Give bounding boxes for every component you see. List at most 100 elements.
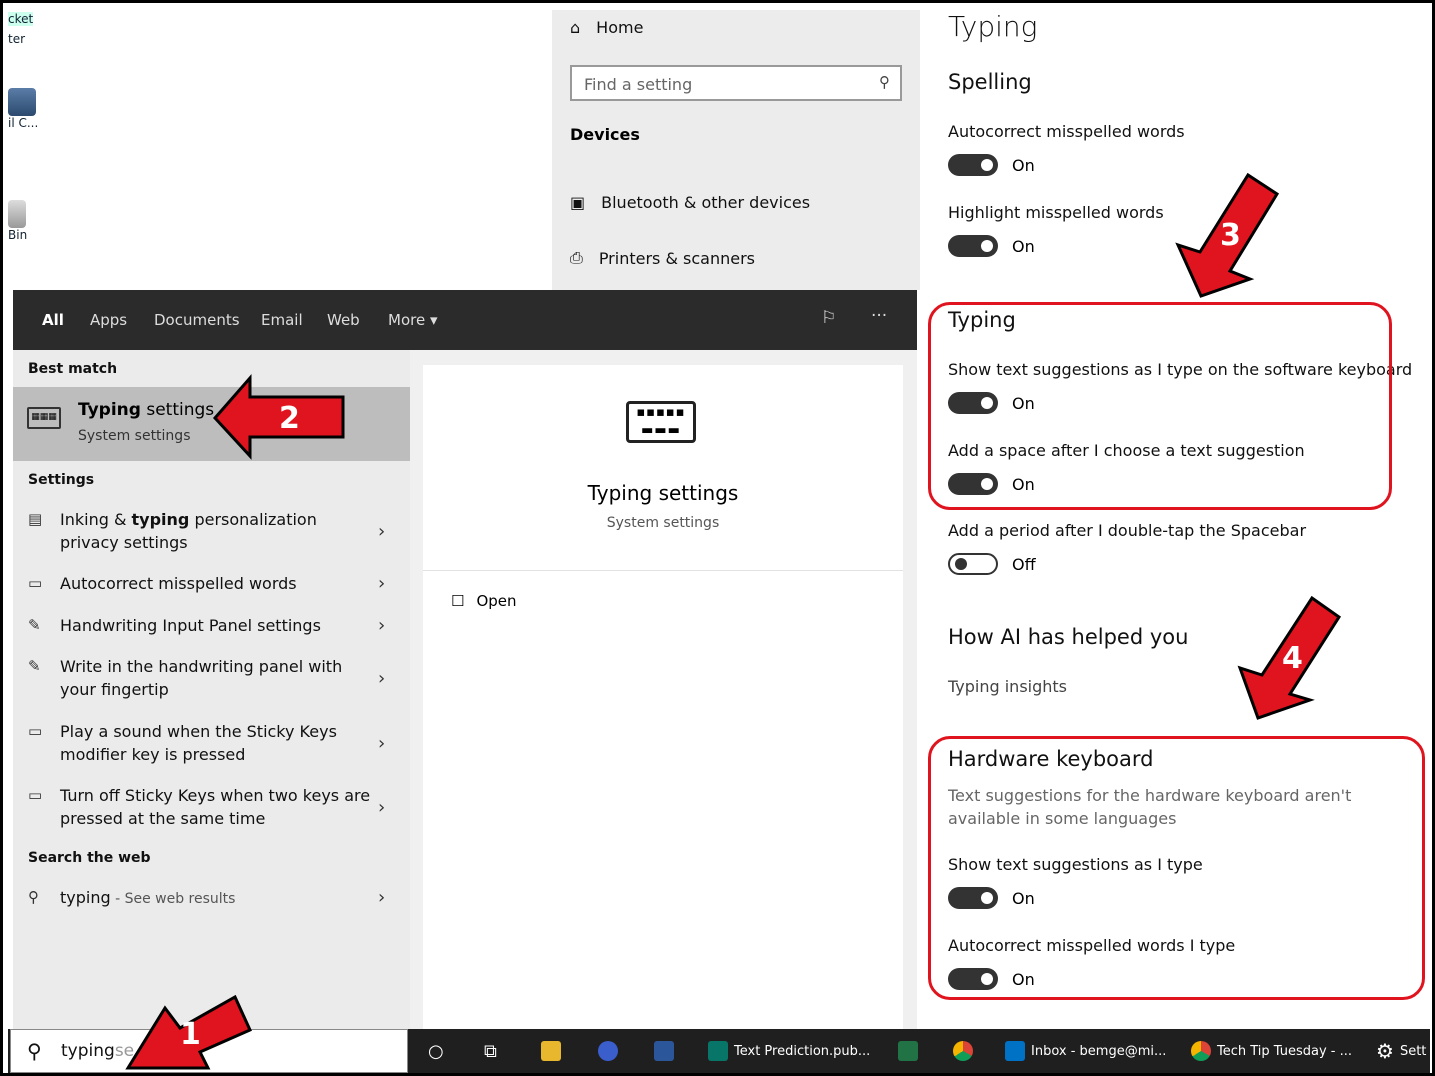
cortana-icon[interactable]: ○ bbox=[428, 1029, 444, 1073]
desktop: cket ter il C... Bin bbox=[8, 10, 552, 290]
highlight-box-hardware bbox=[928, 736, 1425, 1000]
typing-insights-link[interactable]: Typing insights bbox=[948, 677, 1067, 696]
highlight-toggle[interactable]: On bbox=[948, 235, 1035, 257]
desktop-icon-label: ter bbox=[8, 32, 26, 46]
result-sticky-keys-off[interactable]: ▭ Turn off Sticky Keys when two keys are… bbox=[28, 784, 398, 830]
result-write-fingertip[interactable]: ✎ Write in the handwriting panel with yo… bbox=[28, 655, 398, 701]
open-icon: ☐ bbox=[451, 592, 465, 610]
chrome-icon bbox=[1191, 1041, 1211, 1061]
preview-subtitle: System settings bbox=[606, 515, 720, 531]
taskbar-search-input[interactable]: ⚲ typingse bbox=[10, 1029, 408, 1073]
find-setting-input[interactable]: Find a setting ⚲ bbox=[570, 65, 902, 101]
task-view-icon[interactable]: ⧉ bbox=[484, 1029, 497, 1073]
publisher-icon bbox=[708, 1041, 728, 1061]
chevron-right-icon: › bbox=[378, 573, 386, 594]
recycle-bin-icon bbox=[8, 200, 26, 228]
page-title: Typing bbox=[948, 10, 1038, 43]
file-explorer-icon[interactable] bbox=[541, 1029, 561, 1073]
pen-icon: ✎ bbox=[28, 657, 41, 675]
search-icon: ⚲ bbox=[879, 73, 890, 91]
home-icon: ⌂ bbox=[570, 18, 581, 37]
result-preview: ▪▪▪▪▪ ▬▬▬ Typing settings System settings… bbox=[423, 365, 903, 1030]
best-match-header: Best match bbox=[28, 361, 118, 377]
taskbar-app-outlook[interactable]: Inbox - bemge@mi... bbox=[1005, 1029, 1166, 1073]
desktop-icon-label: Bin bbox=[8, 228, 28, 242]
best-match-item[interactable]: ▦▦▦ Typing settings System settings bbox=[13, 387, 410, 461]
chevron-right-icon: › bbox=[378, 733, 386, 754]
caret-down-icon: ▾ bbox=[429, 311, 438, 329]
result-label: Write in the handwriting panel with your… bbox=[60, 657, 343, 699]
open-action[interactable]: ☐ Open bbox=[451, 592, 517, 610]
result-label: Handwriting Input Panel settings bbox=[60, 616, 321, 635]
desktop-icon-label: cket bbox=[8, 12, 34, 26]
settings-nav: ⌂ Home Find a setting ⚲ Devices ▣ Blueto… bbox=[552, 10, 920, 290]
taskbar-app-publisher[interactable]: Text Prediction.pub... bbox=[708, 1029, 870, 1073]
taskbar-app-label: Sett bbox=[1399, 1043, 1427, 1059]
tab-documents[interactable]: Documents bbox=[154, 311, 240, 329]
toggle-switch[interactable] bbox=[948, 553, 998, 575]
autocorrect-toggle[interactable]: On bbox=[948, 154, 1035, 176]
chevron-right-icon: › bbox=[378, 797, 386, 818]
result-handwriting-panel[interactable]: ✎ Handwriting Input Panel settings › bbox=[28, 614, 398, 637]
web-result-typing[interactable]: ⚲ typing - See web results › bbox=[28, 886, 398, 911]
highlight-label: Highlight misspelled words bbox=[948, 203, 1164, 222]
feedback-icon[interactable]: ⚐ bbox=[821, 308, 836, 328]
gear-icon: ⚙ bbox=[1376, 1039, 1394, 1063]
keyboard-icon: ▪▪▪▪▪ ▬▬▬ bbox=[626, 401, 696, 443]
printer-icon: ⎙ bbox=[570, 248, 583, 267]
keyboard-icon: ▭ bbox=[28, 574, 43, 592]
toggle-switch[interactable] bbox=[948, 154, 998, 176]
tab-all[interactable]: All bbox=[42, 311, 64, 329]
autocorrect-label: Autocorrect misspelled words bbox=[948, 122, 1185, 141]
keyboard-icon: ▭ bbox=[28, 722, 43, 740]
taskbar-app-label: Inbox - bemge@mi... bbox=[1031, 1043, 1167, 1059]
search-filter-bar: All Apps Documents Email Web More ▾ ⚐ ··… bbox=[13, 290, 917, 350]
best-match-title-bold: Typing bbox=[78, 400, 141, 420]
tab-apps[interactable]: Apps bbox=[90, 311, 127, 329]
desktop-icon-1-line2: ter bbox=[8, 32, 25, 46]
toggle-state: On bbox=[1012, 236, 1035, 256]
chevron-right-icon: › bbox=[378, 521, 386, 542]
preview-title: Typing settings bbox=[587, 481, 739, 505]
taskbar-app-settings[interactable]: ⚙ Sett bbox=[1376, 1029, 1426, 1073]
tab-email[interactable]: Email bbox=[261, 311, 303, 329]
taskbar-app-chrome[interactable]: Tech Tip Tuesday - ... bbox=[1191, 1029, 1352, 1073]
search-text: typing bbox=[61, 1041, 115, 1061]
search-results-list: Best match ▦▦▦ Typing settings System se… bbox=[13, 350, 410, 1030]
result-label: Play a sound when the Sticky Keys modifi… bbox=[60, 722, 337, 764]
excel-icon[interactable] bbox=[898, 1029, 918, 1073]
word-icon[interactable] bbox=[654, 1029, 674, 1073]
bluetooth-devices-icon: ▣ bbox=[570, 193, 586, 212]
add-period-toggle[interactable]: Off bbox=[948, 553, 1036, 575]
taskbar: ⚲ typingse ○ ⧉ Text Prediction.pub... In… bbox=[8, 1029, 1430, 1073]
nav-item-label: Printers & scanners bbox=[598, 248, 755, 268]
section-ai-helped: How AI has helped you bbox=[948, 625, 1189, 649]
desktop-icon-label: il C... bbox=[8, 116, 39, 130]
desktop-icon-1[interactable]: cket bbox=[8, 12, 34, 26]
best-match-title-rest: settings bbox=[140, 400, 215, 420]
tab-more[interactable]: More ▾ bbox=[388, 311, 438, 329]
desktop-icon-2[interactable]: il C... bbox=[8, 88, 38, 130]
chevron-right-icon: › bbox=[378, 615, 386, 636]
taskbar-app-label: Tech Tip Tuesday - ... bbox=[1217, 1043, 1353, 1059]
nav-item-printers[interactable]: ⎙ Printers & scanners bbox=[570, 248, 755, 268]
find-setting-placeholder: Find a setting bbox=[584, 75, 693, 94]
more-options-icon[interactable]: ··· bbox=[871, 306, 887, 326]
nav-home[interactable]: ⌂ Home bbox=[570, 18, 643, 37]
toggle-switch[interactable] bbox=[948, 235, 998, 257]
result-inking-typing[interactable]: ▤ Inking & typing personalization privac… bbox=[28, 508, 398, 554]
desktop-icon-recycle-bin[interactable]: Bin bbox=[8, 200, 27, 242]
search-web-header: Search the web bbox=[28, 850, 151, 866]
app-icon[interactable] bbox=[598, 1029, 618, 1073]
keyboard-icon: ▭ bbox=[28, 786, 43, 804]
best-match-subtitle: System settings bbox=[78, 428, 191, 444]
nav-home-label: Home bbox=[596, 18, 644, 37]
result-autocorrect[interactable]: ▭ Autocorrect misspelled words › bbox=[28, 572, 398, 595]
open-label: Open bbox=[476, 592, 517, 610]
nav-item-bluetooth[interactable]: ▣ Bluetooth & other devices bbox=[570, 193, 810, 212]
chrome-icon[interactable] bbox=[953, 1029, 973, 1073]
result-label: Inking & typing personalization privacy … bbox=[60, 510, 317, 552]
tab-web[interactable]: Web bbox=[327, 311, 360, 329]
clipboard-icon: ▤ bbox=[28, 510, 43, 528]
result-sticky-keys-sound[interactable]: ▭ Play a sound when the Sticky Keys modi… bbox=[28, 720, 398, 766]
